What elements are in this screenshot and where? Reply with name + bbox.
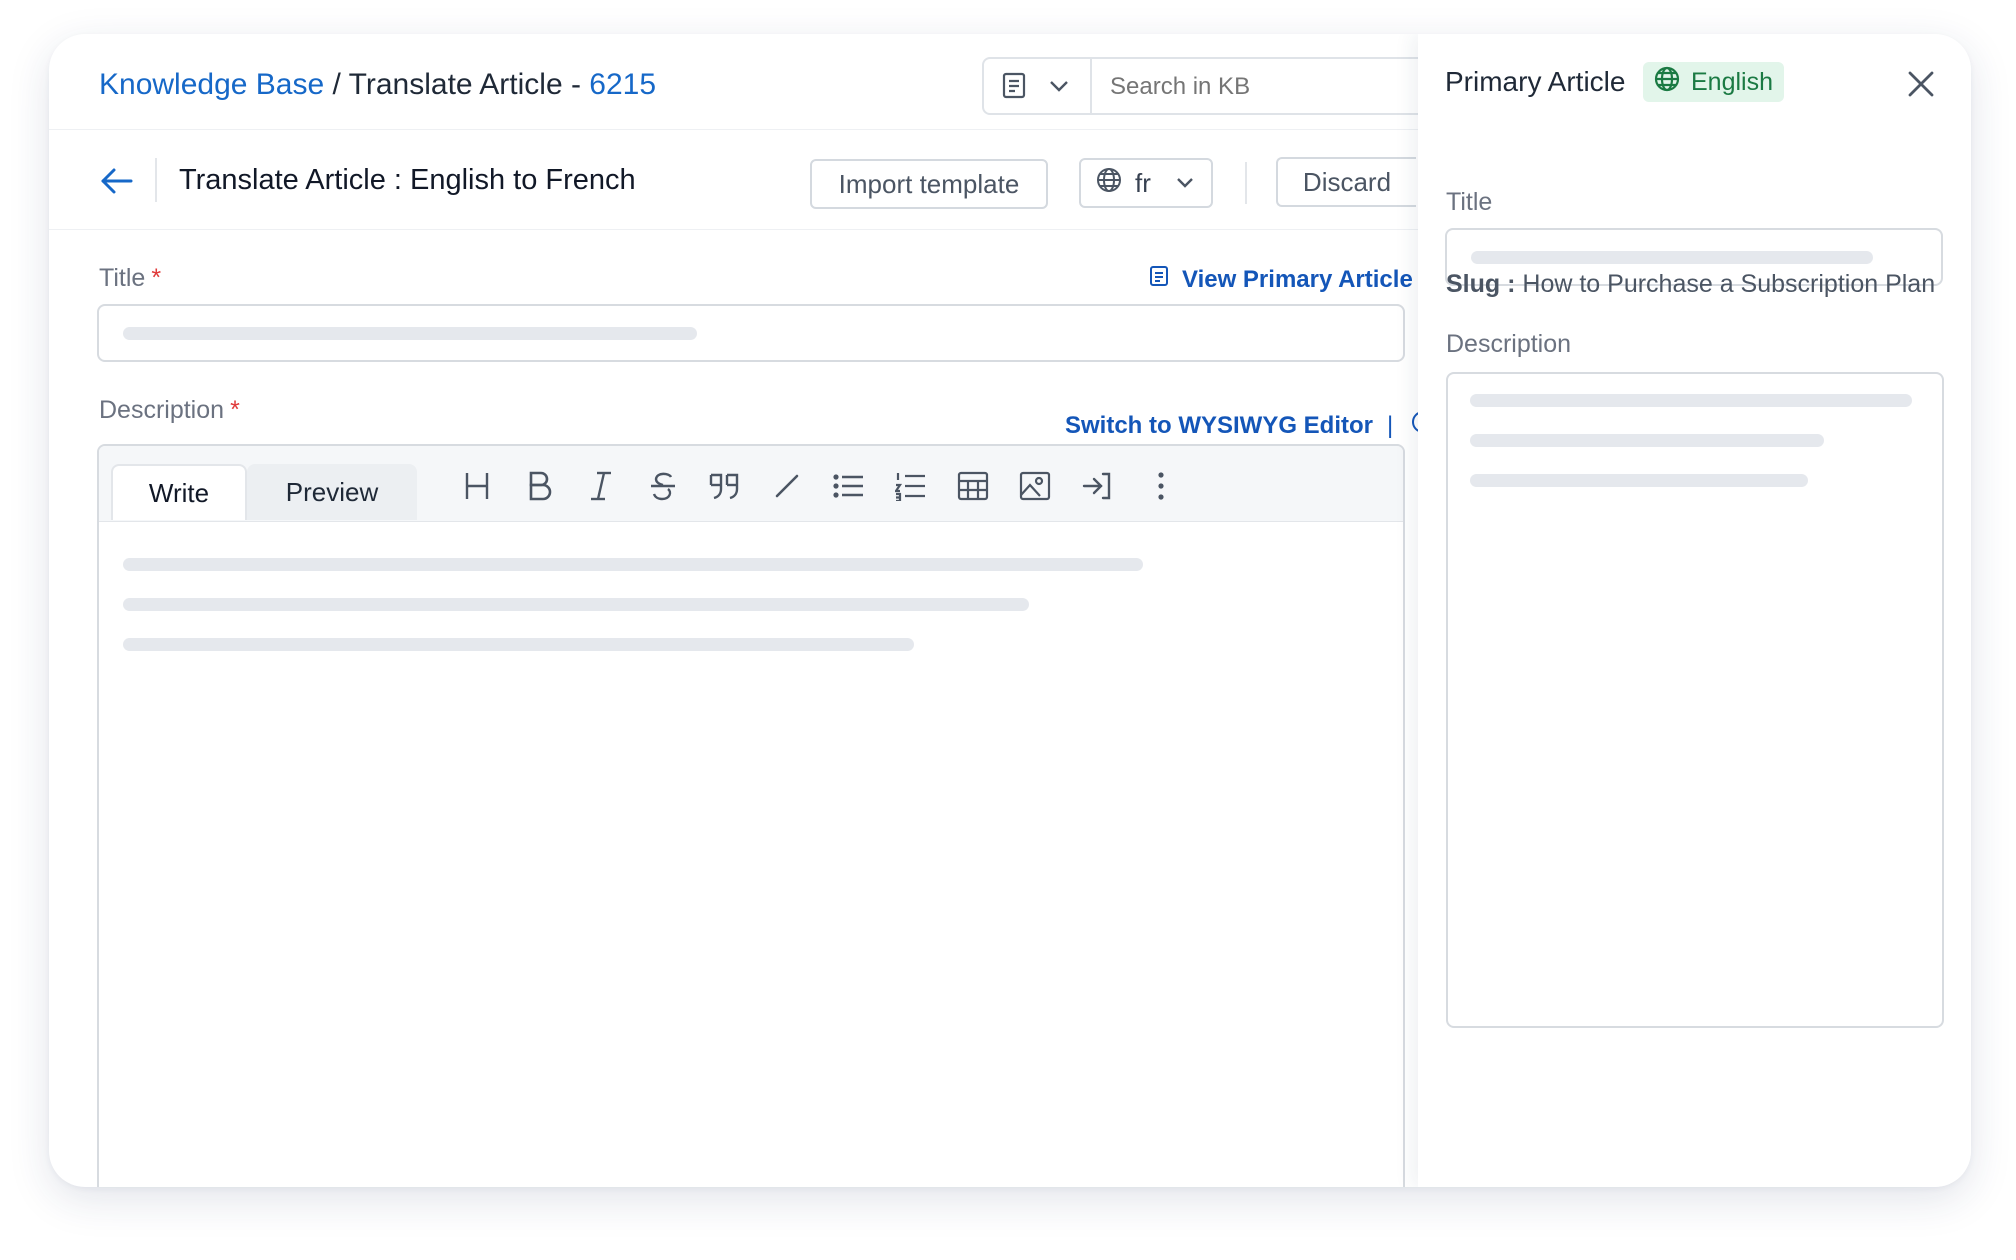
- description-label: Description *: [99, 396, 240, 425]
- discard-label: Discard: [1302, 166, 1392, 197]
- slug-row: Slug : How to Purchase a Subscription Pl…: [1446, 270, 1935, 299]
- language-badge: English: [1643, 62, 1784, 102]
- italic-icon[interactable]: [579, 464, 623, 508]
- import-template-label: Import template: [838, 168, 1020, 199]
- globe-icon: [1095, 166, 1123, 201]
- title-label-text: Title: [99, 264, 146, 292]
- breadcrumb-current: Translate Article -: [348, 68, 581, 101]
- language-select[interactable]: fr: [1079, 158, 1213, 208]
- language-badge-label: English: [1691, 67, 1773, 96]
- translate-header: Translate Article : English to French Im…: [49, 130, 1418, 230]
- loading-placeholder: [123, 327, 697, 340]
- more-icon[interactable]: [1139, 464, 1183, 508]
- editor-content[interactable]: [99, 522, 1403, 1187]
- loading-placeholder: [1470, 474, 1808, 487]
- heading-icon[interactable]: [455, 464, 499, 508]
- title-label: Title *: [99, 264, 161, 293]
- breadcrumb-separator: /: [332, 68, 341, 101]
- discard-button[interactable]: Discard: [1276, 157, 1416, 207]
- numbered-list-icon[interactable]: [889, 464, 933, 508]
- chevron-down-icon: [1175, 168, 1195, 199]
- panel-description-label: Description: [1446, 330, 1572, 358]
- document-icon: [1000, 71, 1030, 106]
- search-input[interactable]: [1110, 73, 1410, 101]
- quote-icon[interactable]: [703, 464, 747, 508]
- strikethrough-icon[interactable]: [641, 464, 685, 508]
- back-arrow-icon[interactable]: [99, 166, 135, 196]
- kb-search: [982, 57, 1432, 115]
- loading-placeholder: [1471, 251, 1873, 264]
- loading-placeholder: [1470, 434, 1824, 447]
- required-mark: *: [230, 396, 240, 424]
- loading-placeholder: [123, 558, 1143, 571]
- image-icon[interactable]: [1013, 464, 1057, 508]
- editor-toolbar: Write Preview: [99, 446, 1403, 522]
- required-mark: *: [151, 264, 162, 292]
- table-icon[interactable]: [951, 464, 995, 508]
- tab-write[interactable]: Write: [111, 464, 247, 520]
- view-primary-article-label: View Primary Article: [1182, 265, 1413, 293]
- slug-key: Slug :: [1446, 270, 1516, 298]
- article-id: 6215: [589, 68, 657, 101]
- breadcrumb: Knowledge Base / Translate Article - 621…: [99, 65, 656, 105]
- loading-placeholder: [123, 598, 1029, 611]
- close-icon[interactable]: [1906, 69, 1936, 99]
- view-primary-article-link[interactable]: View Primary Article: [1148, 264, 1413, 295]
- slash-icon[interactable]: [765, 464, 809, 508]
- top-bar: Knowledge Base / Translate Article - 621…: [49, 34, 1432, 130]
- import-template-button[interactable]: Import template: [810, 159, 1048, 209]
- translate-article-window: Knowledge Base / Translate Article - 621…: [49, 34, 1971, 1187]
- bulleted-list-icon[interactable]: [827, 464, 871, 508]
- panel-title-label: Title: [1446, 188, 1493, 216]
- page-title: Translate Article : English to French: [179, 164, 636, 196]
- panel-title: Primary Article: [1445, 66, 1626, 97]
- language-value: fr: [1135, 167, 1151, 198]
- breadcrumb-knowledge-base-link[interactable]: Knowledge Base: [99, 68, 324, 101]
- loading-placeholder: [123, 638, 914, 651]
- switch-to-wysiwyg-link[interactable]: Switch to WYSIWYG Editor: [1065, 412, 1373, 440]
- switch-editor-link-group: Switch to WYSIWYG Editor |: [1065, 410, 1435, 441]
- link-separator: |: [1387, 411, 1394, 439]
- divider: [1245, 162, 1247, 204]
- bold-icon[interactable]: [517, 464, 561, 508]
- title-input[interactable]: [97, 304, 1405, 362]
- globe-icon: [1653, 65, 1681, 100]
- divider: [155, 158, 157, 202]
- main-area: Knowledge Base / Translate Article - 621…: [49, 34, 1435, 1187]
- primary-article-panel: Primary Article English Title Slug: How…: [1418, 34, 1971, 1187]
- loading-placeholder: [1470, 394, 1912, 407]
- document-icon: [1148, 264, 1172, 295]
- insert-icon[interactable]: [1075, 464, 1119, 508]
- tab-preview[interactable]: Preview: [247, 464, 417, 520]
- search-type-dropdown[interactable]: [984, 59, 1092, 113]
- markdown-editor: Write Preview: [97, 444, 1405, 1187]
- panel-description-field: [1446, 372, 1944, 1028]
- description-label-text: Description: [99, 396, 225, 424]
- slug-value: How to Purchase a Subscription Plan: [1522, 270, 1936, 298]
- chevron-down-icon: [1048, 76, 1070, 101]
